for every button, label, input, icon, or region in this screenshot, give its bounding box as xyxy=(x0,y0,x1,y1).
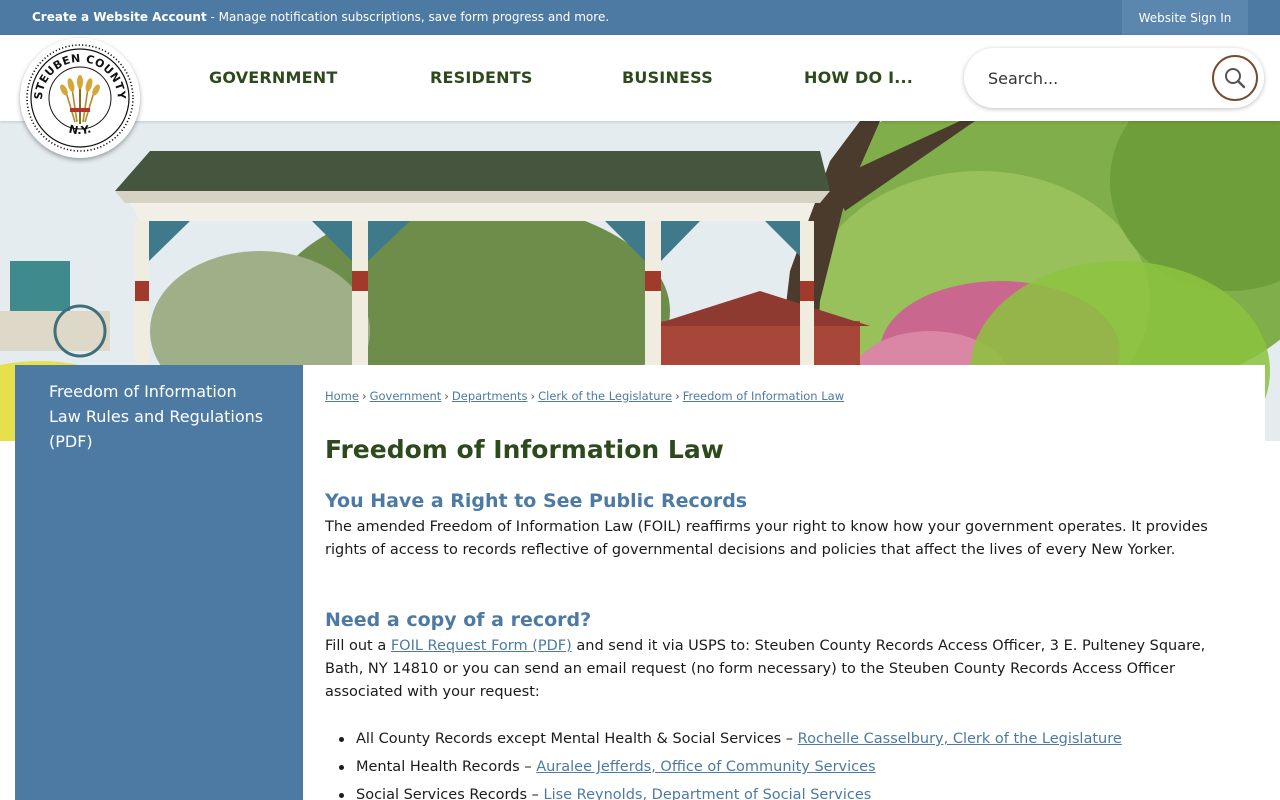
seal-bottom-text: N.Y. xyxy=(68,122,93,137)
contact-link-lise-reynolds[interactable]: Lise Reynolds, Department of Social Serv… xyxy=(543,787,871,800)
breadcrumb-separator: › xyxy=(361,389,367,403)
breadcrumb-separator: › xyxy=(444,389,449,403)
nav-residents[interactable]: RESIDENTS xyxy=(430,68,533,87)
page-title: Freedom of Information Law xyxy=(325,435,724,464)
records-officer-list: All County Records except Mental Health … xyxy=(325,725,1235,800)
main-content: Home › Government › Departments › Clerk of the… xyxy=(303,365,1265,800)
top-utility-bar: Create a Website Account - Manage notifi… xyxy=(0,0,1280,35)
list-item: All County Records except Mental Health … xyxy=(325,725,1235,753)
section-body-need-copy: Fill out a FOIL Request Form (PDF) and s… xyxy=(325,635,1235,703)
wheat-sheaf-icon xyxy=(60,75,100,124)
breadcrumb-separator: › xyxy=(675,389,680,403)
search-icon xyxy=(1225,68,1246,89)
search-button[interactable] xyxy=(1212,55,1258,101)
create-account-link[interactable]: Create a Website Account xyxy=(32,10,207,24)
breadcrumb-departments[interactable]: Departments xyxy=(452,389,528,403)
search-box xyxy=(964,48,1264,108)
county-seal-logo[interactable]: STEUBEN COUNTY N.Y. xyxy=(20,38,140,158)
list-item: Social Services Records – Lise Reynolds,… xyxy=(325,781,1235,800)
section-body-right-to-see: The amended Freedom of Information Law (… xyxy=(325,519,1208,558)
nav-business[interactable]: BUSINESS xyxy=(622,68,713,87)
search-input[interactable] xyxy=(988,66,1188,90)
section-heading-need-copy: Need a copy of a record? xyxy=(325,609,592,631)
contact-link-rochelle-casselbury[interactable]: Rochelle Casselbury, Clerk of the Legisl… xyxy=(798,731,1122,747)
breadcrumb-separator: › xyxy=(530,389,536,403)
list-item: Mental Health Records – Auralee Jefferds… xyxy=(325,753,1235,781)
account-message: Create a Website Account - Manage notifi… xyxy=(32,10,609,24)
list-item-label: Social Services Records – xyxy=(356,787,544,800)
foil-request-form-link[interactable]: FOIL Request Form (PDF) xyxy=(391,638,572,654)
list-item-label: Mental Health Records – xyxy=(356,759,537,775)
nav-government[interactable]: GOVERNMENT xyxy=(209,68,337,87)
svg-text:N.Y.: N.Y. xyxy=(68,122,93,137)
breadcrumb: Home › Government › Departments › Clerk of the… xyxy=(325,389,844,403)
need-copy-text-start: Fill out a xyxy=(325,638,391,654)
site-header: GOVERNMENT RESIDENTS BUSINESS HOW DO I..… xyxy=(0,35,1280,121)
breadcrumb-home[interactable]: Home xyxy=(325,389,359,403)
seal-graphic: STEUBEN COUNTY N.Y. xyxy=(26,44,134,152)
list-item-label: All County Records except Mental Health … xyxy=(356,731,798,747)
account-description: - Manage notification subscriptions, sav… xyxy=(206,10,610,24)
sidebar: Freedom of Information Law Rules and Reg… xyxy=(15,365,303,800)
section-heading-right-to-see: You Have a Right to See Public Records xyxy=(325,490,748,512)
nav-how-do-i[interactable]: HOW DO I... xyxy=(804,68,913,87)
breadcrumb-clerk[interactable]: Clerk of the Legislature xyxy=(538,389,672,403)
website-sign-in-button[interactable]: Website Sign In xyxy=(1122,0,1248,35)
breadcrumb-foil[interactable]: Freedom of Information Law xyxy=(683,389,844,403)
sidebar-item-foil-rules[interactable]: Freedom of Information Law Rules and Reg… xyxy=(49,379,269,454)
contact-link-auralee-jefferds[interactable]: Auralee Jefferds, Office of Community Se… xyxy=(536,759,875,775)
breadcrumb-government[interactable]: Government xyxy=(370,389,442,403)
